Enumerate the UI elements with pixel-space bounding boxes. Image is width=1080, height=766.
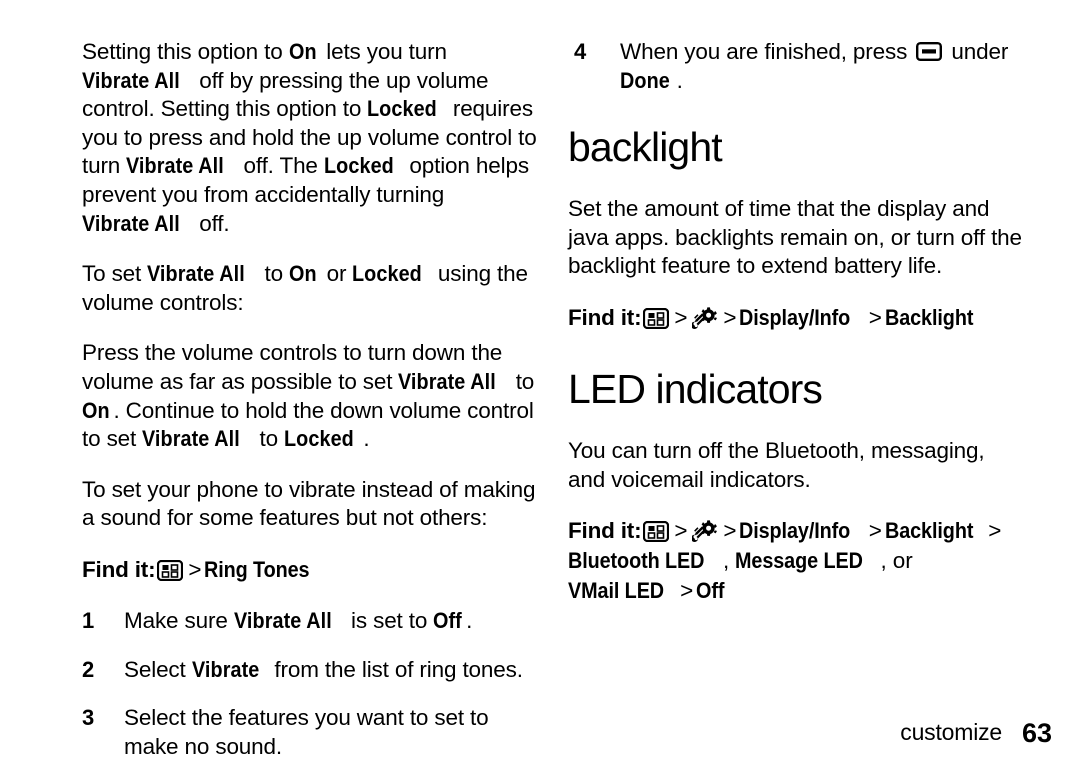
term-vibrate-all: Vibrate All xyxy=(233,607,332,633)
term-on: On xyxy=(82,397,110,423)
text-run: Setting this option to xyxy=(82,39,289,64)
text-run: Select xyxy=(124,656,192,682)
text-run: off. xyxy=(193,210,230,236)
text-run: Make sure xyxy=(124,607,234,633)
term-locked: Locked xyxy=(284,426,354,452)
text-run: is set to xyxy=(344,607,434,633)
settings-wrench-gear-icon xyxy=(692,520,718,543)
find-it-label: Find it: xyxy=(568,518,642,544)
find-it-led-indicators: Find it: > > Display/Info > Backlight >B… xyxy=(568,516,1023,606)
comma-separator: , xyxy=(722,548,730,574)
term-vibrate-all: Vibrate All xyxy=(82,67,180,93)
footer-section-label: customize xyxy=(900,719,1002,745)
term-vibrate: Vibrate xyxy=(191,656,260,682)
text-run: or xyxy=(320,261,353,287)
paragraph-set-using-volume-controls: To set Vibrate All to On or Locked using… xyxy=(82,260,537,317)
find-it-path-backlight: Backlight xyxy=(884,304,974,330)
find-it-path-ring-tones: Ring Tones xyxy=(204,556,310,582)
soft-key-icon xyxy=(916,42,943,61)
manual-page: Setting this option to On lets you turn … xyxy=(0,0,1080,766)
text-run: to xyxy=(253,426,285,452)
comma-separator: , xyxy=(880,548,887,574)
chevron-separator: > xyxy=(188,556,202,582)
term-vibrate-all: Vibrate All xyxy=(82,210,180,236)
find-it-backlight: Find it: > > Display/Info > Backlight xyxy=(568,303,1023,333)
right-column: 4 When you are finished, press under Done… xyxy=(568,38,1023,628)
footer-page-number: 63 xyxy=(1021,718,1052,748)
settings-wrench-gear-icon xyxy=(692,307,718,330)
find-it-path-display-info: Display/Info xyxy=(739,518,851,544)
conjunction-or: or xyxy=(892,548,913,574)
term-done: Done xyxy=(620,67,670,93)
find-it-path-off: Off xyxy=(696,578,725,604)
text-run: to xyxy=(509,368,535,394)
text-run: . xyxy=(466,607,473,633)
term-locked: Locked xyxy=(367,96,438,122)
list-item: 2 Select Vibrate from the list of ring to… xyxy=(82,656,537,685)
text-run: off. The xyxy=(237,153,324,179)
find-it-path-backlight: Backlight xyxy=(884,518,974,544)
chevron-separator: > xyxy=(988,518,1002,544)
list-item: 1 Make sure Vibrate All is set to Off. xyxy=(82,607,537,636)
left-column: Setting this option to On lets you turn … xyxy=(82,38,537,761)
menu-key-icon xyxy=(643,521,670,543)
text-run: to xyxy=(258,261,290,287)
step-number: 1 xyxy=(82,607,95,633)
paragraph-led-indicators-description: You can turn off the Bluetooth, messagin… xyxy=(568,437,985,492)
text-run: . xyxy=(676,67,683,93)
term-vibrate-all: Vibrate All xyxy=(126,153,225,179)
page-title-led-indicators: LED indicators xyxy=(568,365,823,412)
chevron-separator: > xyxy=(723,518,737,544)
text-run: When you are finished, press xyxy=(620,39,914,64)
term-on: On xyxy=(288,39,317,64)
term-locked: Locked xyxy=(352,261,423,287)
text-run: lets you turn xyxy=(320,39,447,64)
term-vibrate-all: Vibrate All xyxy=(142,426,241,452)
chevron-separator: > xyxy=(674,304,688,330)
find-it-path-display-info: Display/Info xyxy=(739,304,851,330)
text-run: . xyxy=(363,426,370,452)
find-it-label: Find it: xyxy=(568,304,642,330)
find-it-path-bluetooth-led: Bluetooth LED xyxy=(568,548,705,574)
text-run: from the list of ring tones. xyxy=(268,656,523,682)
find-it-path-vmail-led: VMail LED xyxy=(568,578,665,604)
paragraph-press-volume-controls: Press the volume controls to turn down t… xyxy=(82,339,537,453)
chevron-separator: > xyxy=(723,304,737,330)
paragraph-vibrate-all-options: Setting this option to On lets you turn … xyxy=(82,38,537,238)
list-item-step-4: 4 When you are finished, press under Done… xyxy=(568,38,1023,95)
term-off: Off xyxy=(433,607,463,633)
chevron-separator: > xyxy=(674,518,688,544)
page-title-backlight: backlight xyxy=(568,124,723,171)
term-vibrate-all: Vibrate All xyxy=(398,368,497,394)
chevron-separator: > xyxy=(680,578,694,604)
chevron-separator: > xyxy=(868,304,882,330)
find-it-path-message-led: Message LED xyxy=(735,548,864,574)
chevron-separator: > xyxy=(868,518,882,544)
menu-key-icon xyxy=(643,307,670,329)
term-locked: Locked xyxy=(323,153,394,179)
term-on: On xyxy=(289,261,317,287)
find-it-label: Find it: xyxy=(82,556,156,582)
paragraph-backlight-description: Set the amount of time that the display … xyxy=(568,196,1022,279)
text-run: To set xyxy=(82,261,148,287)
find-it-ring-tones: Find it: > Ring Tones xyxy=(82,555,537,585)
term-vibrate-all: Vibrate All xyxy=(147,261,246,287)
step-number: 4 xyxy=(574,39,587,64)
step-number: 2 xyxy=(82,656,95,682)
paragraph-vibrate-instead-of-sound: To set your phone to vibrate instead of … xyxy=(82,476,536,531)
page-footer: customize 63 xyxy=(0,710,1080,750)
text-run: under xyxy=(945,39,1009,64)
menu-key-icon xyxy=(157,559,184,581)
